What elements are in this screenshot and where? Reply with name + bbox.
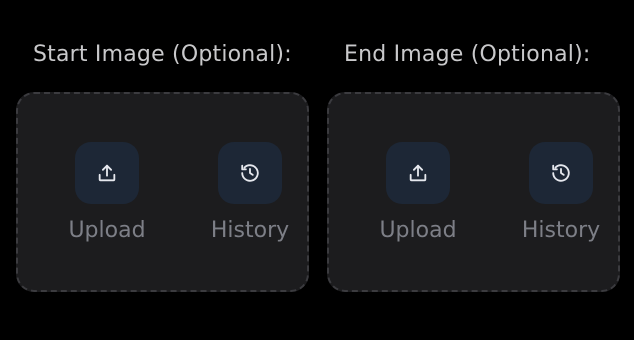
upload-icon xyxy=(409,164,427,182)
history-icon-tile[interactable] xyxy=(218,142,282,204)
history-icon-tile[interactable] xyxy=(529,142,593,204)
start-image-upload-button[interactable]: Upload xyxy=(52,142,162,262)
upload-label: Upload xyxy=(379,218,457,243)
history-icon xyxy=(241,164,259,182)
end-image-history-button[interactable]: History xyxy=(506,142,616,262)
upload-icon-tile[interactable] xyxy=(75,142,139,204)
history-label: History xyxy=(521,218,601,243)
end-image-panel: End Image (Optional): Upload History xyxy=(327,0,627,340)
start-image-dropzone[interactable]: Upload History xyxy=(16,92,309,292)
start-image-history-button[interactable]: History xyxy=(195,142,305,262)
start-image-panel: Start Image (Optional): Upload History xyxy=(16,0,316,340)
end-image-upload-button[interactable]: Upload xyxy=(363,142,473,262)
end-image-dropzone[interactable]: Upload History xyxy=(327,92,620,292)
history-icon xyxy=(552,164,570,182)
upload-icon xyxy=(98,164,116,182)
end-image-label: End Image (Optional): xyxy=(344,42,591,67)
upload-label: Upload xyxy=(68,218,146,243)
start-image-label: Start Image (Optional): xyxy=(33,42,292,67)
upload-icon-tile[interactable] xyxy=(386,142,450,204)
history-label: History xyxy=(210,218,290,243)
